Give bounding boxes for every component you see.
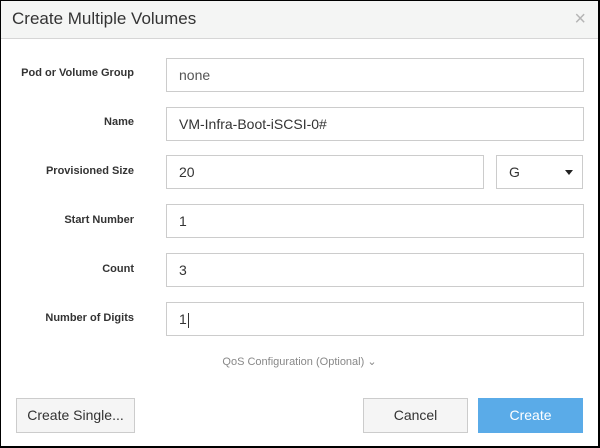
create-button[interactable]: Create [478, 398, 583, 433]
caret-down-icon [565, 170, 573, 175]
count-input[interactable]: 3 [166, 253, 584, 287]
pod-label: Pod or Volume Group [21, 67, 134, 79]
create-single-button[interactable]: Create Single... [16, 398, 135, 433]
digits-value: 1 [179, 311, 187, 327]
close-icon[interactable]: × [574, 8, 586, 31]
digits-label: Number of Digits [45, 312, 134, 324]
text-cursor [187, 312, 189, 328]
create-multiple-volumes-dialog: Create Multiple Volumes × Pod or Volume … [1, 1, 598, 446]
digits-input[interactable]: 1 [166, 302, 584, 336]
size-label: Provisioned Size [45, 165, 134, 177]
size-unit-select[interactable]: G [496, 155, 583, 189]
qos-toggle[interactable]: QoS Configuration (Optional) ⌄ [1, 355, 598, 368]
size-input[interactable]: 20 [166, 155, 484, 189]
dialog-header: Create Multiple Volumes × [1, 1, 598, 39]
size-unit-value: G [509, 164, 520, 180]
dialog-title: Create Multiple Volumes [12, 9, 197, 28]
start-number-label: Start Number [64, 214, 134, 226]
name-label: Name [104, 116, 134, 128]
chevron-down-icon: ⌄ [367, 356, 377, 368]
name-input[interactable]: VM-Infra-Boot-iSCSI-0# [166, 107, 584, 141]
pod-input[interactable]: none [166, 58, 584, 92]
count-label: Count [102, 263, 134, 275]
cancel-button[interactable]: Cancel [363, 398, 468, 433]
start-number-input[interactable]: 1 [166, 204, 584, 238]
qos-label: QoS Configuration (Optional) [222, 356, 365, 368]
